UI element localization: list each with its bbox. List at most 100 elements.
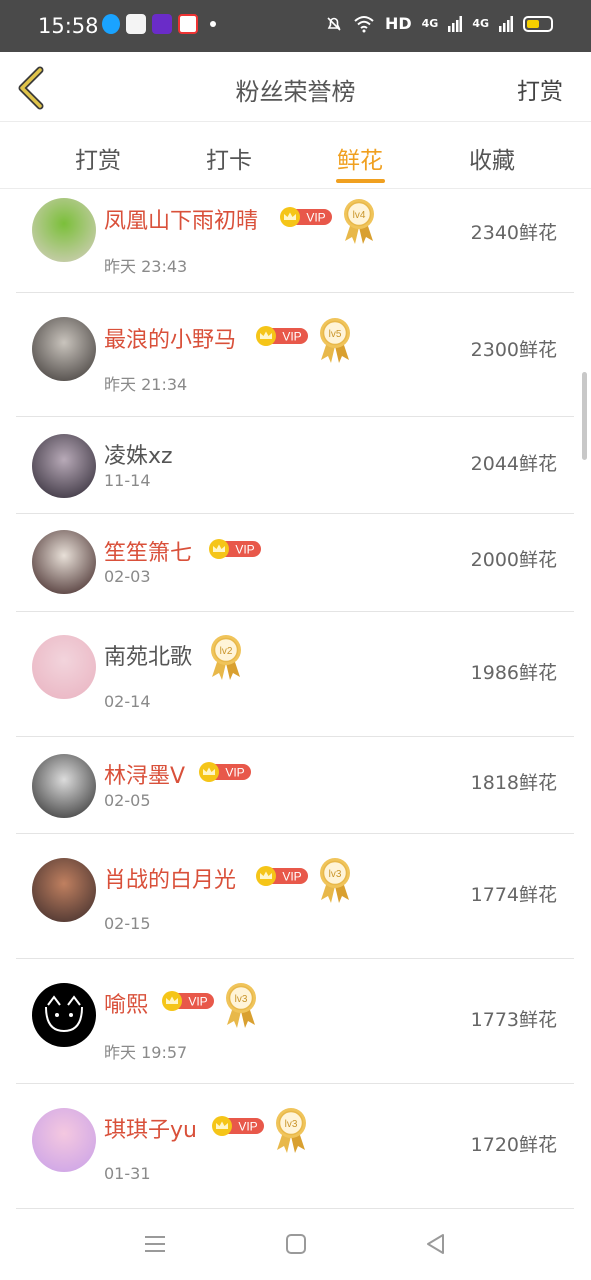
battery-icon: [523, 15, 553, 32]
user-name: 喻熙: [104, 993, 149, 1018]
status-time: 15:58: [38, 14, 99, 38]
menu-icon[interactable]: [143, 1232, 167, 1256]
signal-label-2: 4G: [472, 17, 489, 30]
list-item[interactable]: 最浪的小野马 VIP lv5 昨天 21:34 2300鲜花: [16, 293, 574, 417]
wifi-icon: [354, 15, 374, 32]
header-bar: 粉丝荣誉榜 打赏: [0, 52, 591, 122]
level-medal-icon: lv3: [273, 1106, 309, 1154]
avatar[interactable]: [32, 198, 96, 262]
avatar[interactable]: [32, 317, 96, 381]
page-title: 粉丝荣誉榜: [235, 78, 356, 106]
gift-time: 02-03: [104, 567, 151, 586]
tab-reward[interactable]: 打赏: [75, 141, 121, 175]
signal-label-1: 4G: [421, 17, 439, 30]
level-medal-icon: lv3: [317, 856, 353, 904]
gift-time: 昨天 21:34: [104, 375, 188, 394]
svg-text:VIP: VIP: [238, 1120, 257, 1134]
list-item[interactable]: 凌姝xz 11-14 2044鲜花: [16, 417, 574, 514]
vip-badge: VIP: [279, 207, 333, 227]
vip-badge: VIP: [198, 762, 252, 782]
flower-count: 1818鲜花: [470, 772, 557, 794]
app-icon-3: [178, 14, 198, 34]
svg-text:lv4: lv4: [352, 210, 365, 221]
signal-icon-1: [448, 15, 463, 32]
flower-count: 2340鲜花: [470, 222, 557, 244]
home-icon[interactable]: [284, 1232, 308, 1256]
flower-count: 1774鲜花: [470, 884, 557, 906]
svg-text:VIP: VIP: [306, 211, 325, 225]
flower-count: 1720鲜花: [470, 1134, 557, 1156]
flower-count: 1773鲜花: [470, 1009, 557, 1031]
user-name: 琪琪子yu: [104, 1118, 197, 1143]
app-icon-2: [152, 14, 172, 34]
svg-text:lv3: lv3: [284, 1119, 297, 1130]
level-medal-icon: lv5: [317, 316, 353, 364]
flower-count: 2300鲜花: [470, 339, 557, 361]
hd-label: HD: [384, 14, 412, 33]
qq-icon: [102, 14, 120, 34]
svg-text:lv3: lv3: [329, 869, 342, 880]
system-nav-bar: [0, 1210, 591, 1280]
level-medal-icon: lv3: [223, 981, 259, 1029]
vip-badge: VIP: [255, 866, 309, 886]
tab-flowers[interactable]: 鲜花: [337, 141, 383, 175]
mute-bell-icon: [327, 16, 341, 31]
svg-text:VIP: VIP: [188, 995, 207, 1009]
gift-time: 11-14: [104, 471, 151, 490]
svg-text:lv3: lv3: [235, 994, 248, 1005]
svg-text:VIP: VIP: [225, 766, 244, 780]
level-medal-icon: lv4: [341, 197, 377, 245]
list-item[interactable]: 肖战的白月光 VIP lv3 02-15 1774鲜花: [16, 834, 574, 959]
app-icon-1: [126, 14, 146, 34]
user-name: 肖战的白月光: [104, 868, 237, 893]
reward-button[interactable]: 打赏: [517, 72, 563, 106]
flower-count: 1986鲜花: [470, 662, 557, 684]
user-name: 林浔墨V: [104, 764, 186, 789]
gift-time: 昨天 19:57: [104, 1043, 188, 1062]
gift-time: 昨天 23:43: [104, 257, 188, 276]
avatar[interactable]: [32, 635, 96, 699]
user-name: 笙笙箫七: [104, 541, 193, 566]
back-triangle-icon[interactable]: [424, 1232, 448, 1256]
system-indicators: HD 4G 4G: [325, 14, 553, 33]
avatar[interactable]: [32, 754, 96, 818]
scrollbar[interactable]: [582, 372, 587, 460]
flower-count: 2044鲜花: [470, 453, 557, 475]
avatar[interactable]: [32, 434, 96, 498]
tab-bar: 打赏 打卡 鲜花 收藏: [0, 123, 591, 189]
avatar[interactable]: [32, 1108, 96, 1172]
svg-text:VIP: VIP: [235, 543, 254, 557]
svg-text:VIP: VIP: [282, 870, 301, 884]
user-name: 最浪的小野马: [104, 328, 237, 353]
gift-time: 02-15: [104, 914, 151, 933]
signal-icon-2: [499, 15, 513, 32]
gift-time: 02-05: [104, 791, 151, 810]
tab-checkin[interactable]: 打卡: [206, 141, 252, 175]
gift-time: 01-31: [104, 1164, 151, 1183]
user-name: 凌姝xz: [104, 444, 173, 469]
svg-text:VIP: VIP: [282, 330, 301, 344]
vip-badge: VIP: [255, 326, 309, 346]
vip-badge: VIP: [211, 1116, 265, 1136]
svg-text:lv5: lv5: [329, 329, 342, 340]
more-notifications-icon: [210, 21, 216, 27]
list-item[interactable]: 凤凰山下雨初晴 VIP lv4 昨天 23:43 2340鲜花: [16, 190, 574, 293]
gift-time: 02-14: [104, 692, 151, 711]
avatar[interactable]: [32, 858, 96, 922]
tab-favorites[interactable]: 收藏: [469, 141, 515, 175]
user-name: 凤凰山下雨初晴: [104, 209, 259, 234]
vip-badge: VIP: [208, 539, 262, 559]
list-item[interactable]: 林浔墨V VIP 02-05 1818鲜花: [16, 737, 574, 834]
list-item[interactable]: 笙笙箫七 VIP 02-03 2000鲜花: [16, 514, 574, 612]
notification-icons: [102, 14, 216, 34]
level-medal-icon: lv2: [208, 633, 244, 681]
flower-count: 2000鲜花: [470, 549, 557, 571]
active-tab-indicator: [336, 179, 385, 183]
avatar[interactable]: [32, 530, 96, 594]
list-item[interactable]: 南苑北歌 lv2 02-14 1986鲜花: [16, 612, 574, 737]
avatar[interactable]: [32, 983, 96, 1047]
status-bar: 15:58 HD 4G 4G: [0, 0, 591, 52]
user-name: 南苑北歌: [104, 645, 193, 670]
list-item[interactable]: 喻熙 VIP lv3 昨天 19:57 1773鲜花: [16, 959, 574, 1084]
list-item[interactable]: 琪琪子yu VIP lv3 01-31 1720鲜花: [16, 1084, 574, 1209]
